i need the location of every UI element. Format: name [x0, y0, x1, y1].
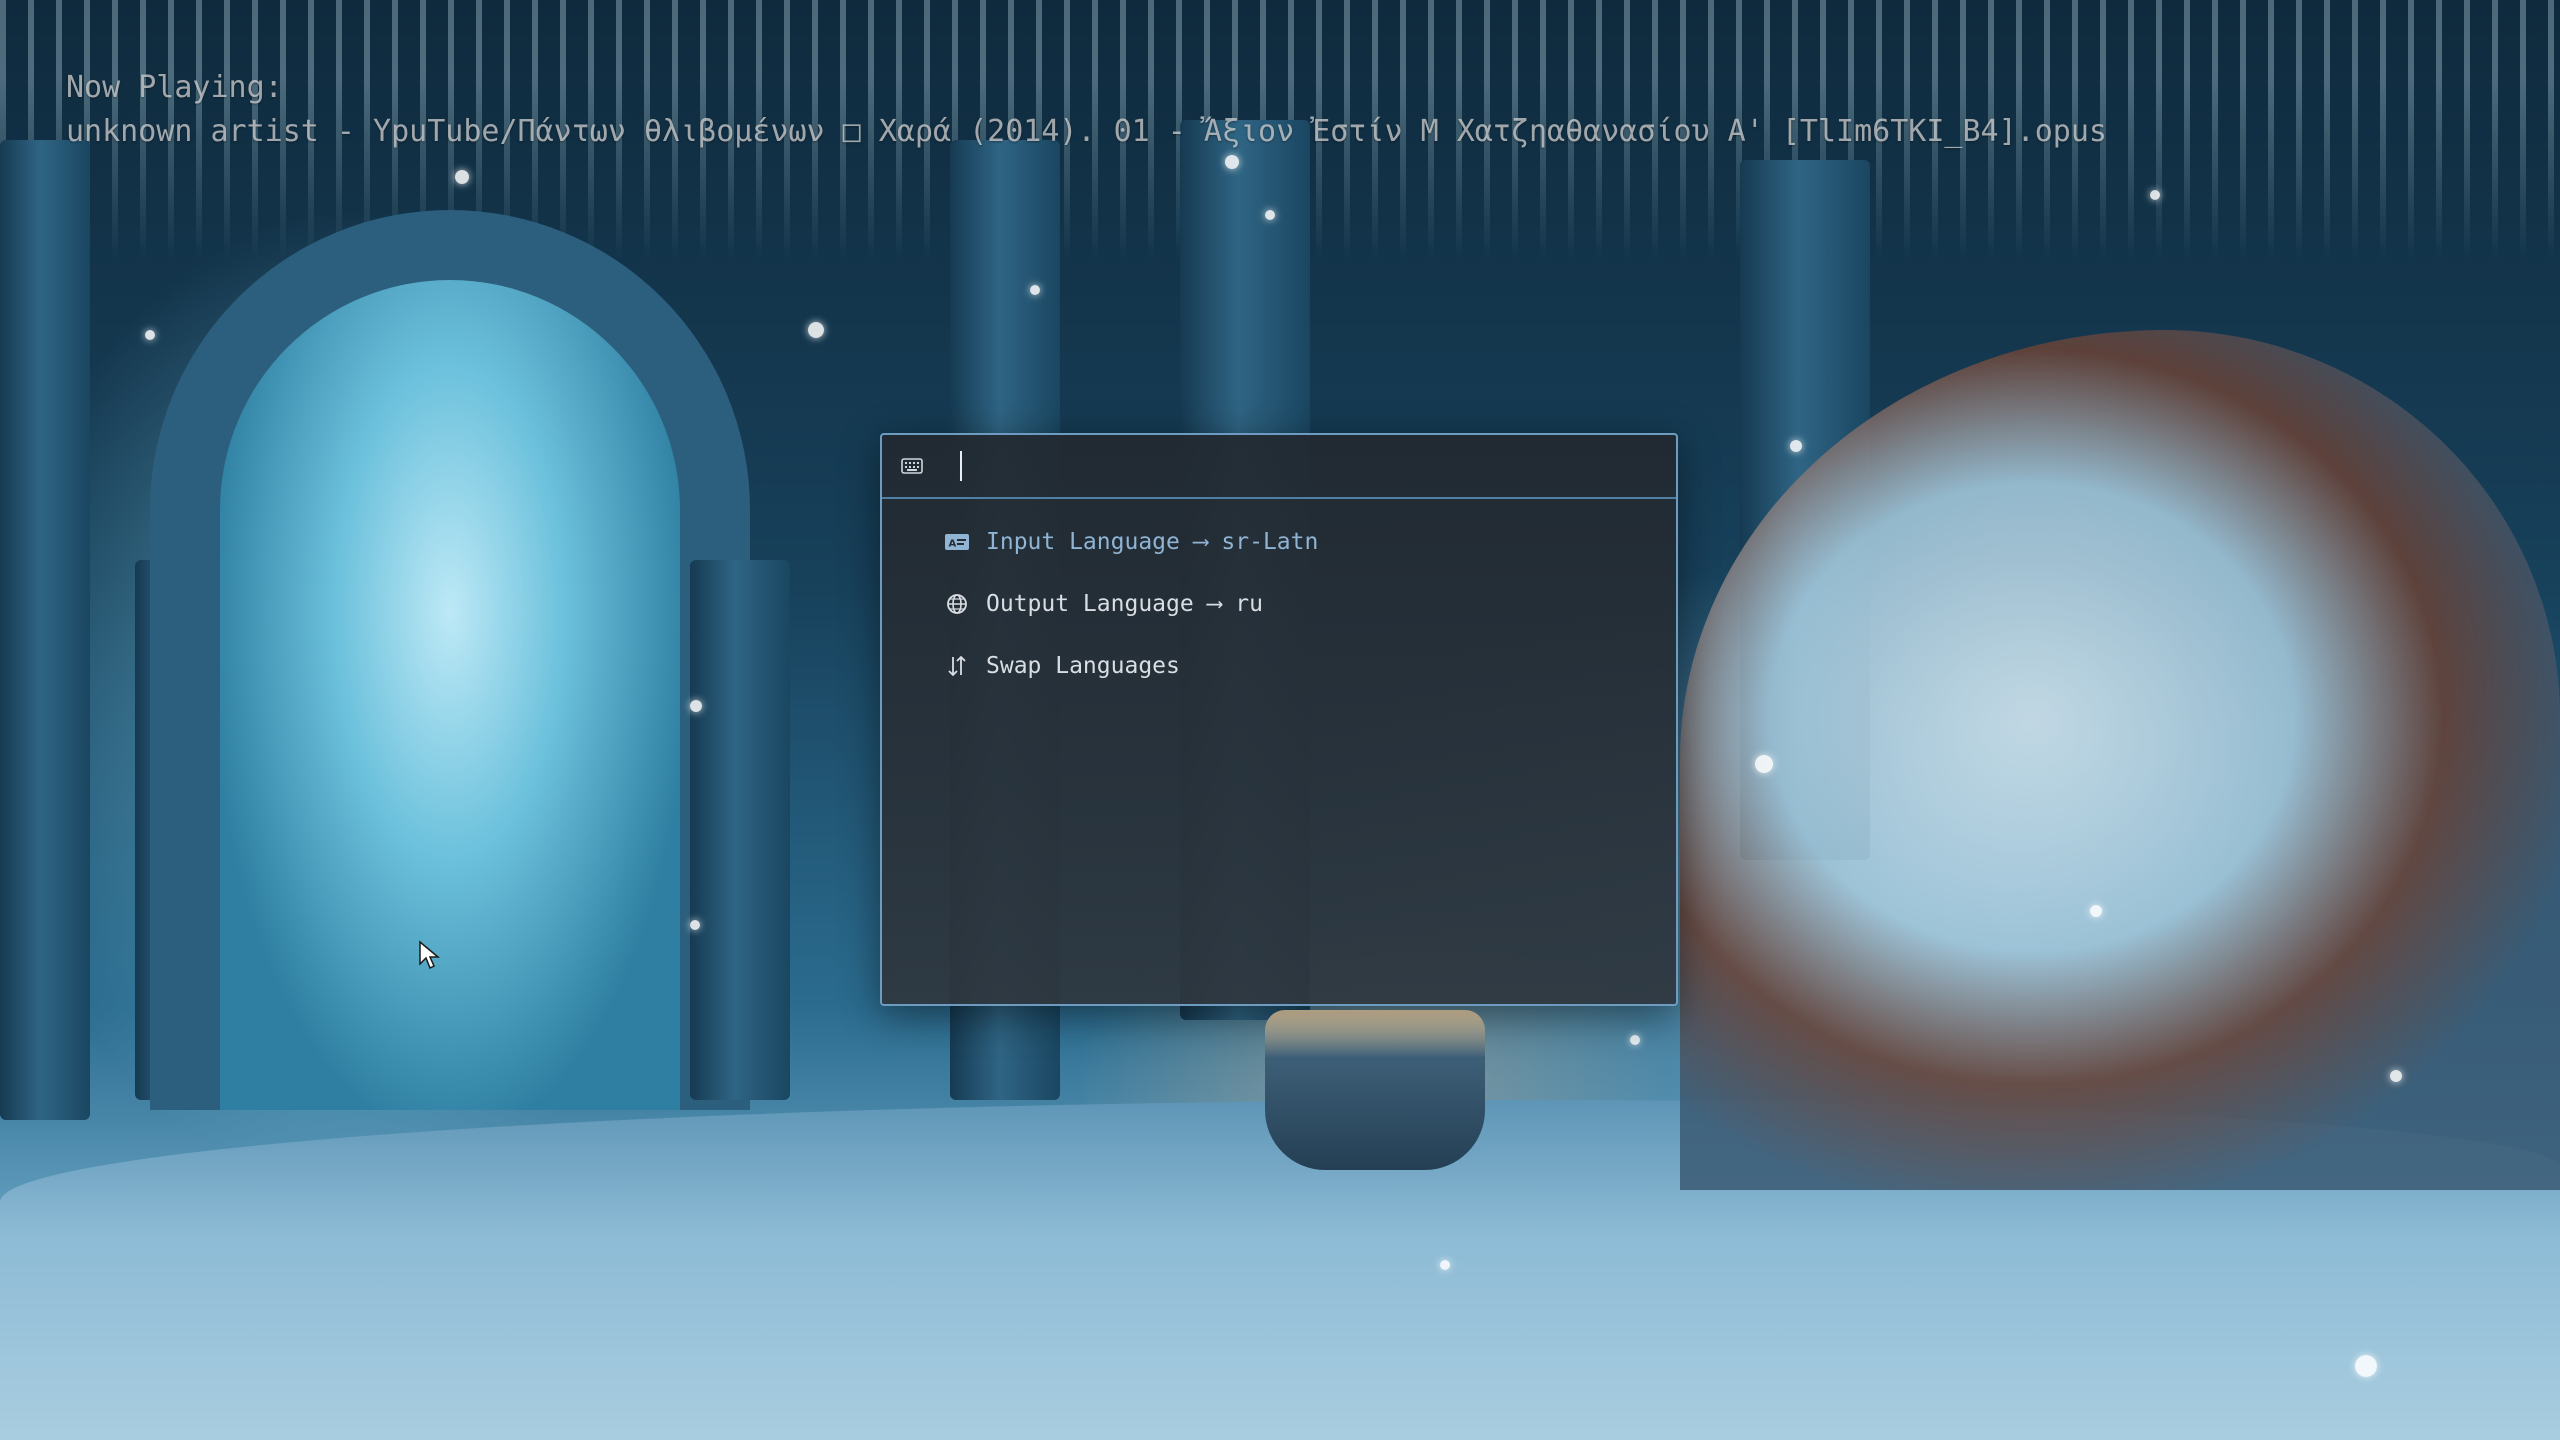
result-output-language[interactable]: Output Language ⟶ ru [882, 573, 1676, 635]
mouse-pointer-icon [419, 940, 441, 970]
snowflake [1265, 210, 1275, 220]
snowflake [1225, 155, 1239, 169]
result-label: Swap Languages [986, 653, 1180, 679]
swap-vertical-icon [944, 653, 970, 679]
snowflake [1630, 1035, 1640, 1045]
svg-text:A: A [949, 539, 957, 550]
snowflake [808, 322, 824, 338]
snowflake [2150, 190, 2160, 200]
launcher-search-bar[interactable] [882, 435, 1676, 499]
snowflake [690, 700, 702, 712]
now-playing-label: Now Playing: [66, 70, 283, 105]
snowflake [455, 170, 469, 184]
snowflake [2390, 1070, 2402, 1082]
result-input-language[interactable]: A Input Language ⟶ sr-Latn [882, 511, 1676, 573]
launcher-search-input[interactable] [966, 445, 1676, 487]
snowflake [1030, 285, 1040, 295]
snowflake [145, 330, 155, 340]
language-card-icon: A [944, 529, 970, 555]
launcher-window: A Input Language ⟶ sr-Latn Output Langua… [880, 433, 1678, 1006]
snowflake [1440, 1260, 1450, 1270]
snowflake [690, 920, 700, 930]
now-playing-widget: Now Playing: unknown artist - YpuTube/Πά… [66, 66, 2107, 154]
launcher-results-list: A Input Language ⟶ sr-Latn Output Langua… [882, 499, 1676, 697]
result-label: Output Language ⟶ ru [986, 591, 1263, 617]
result-label: Input Language ⟶ sr-Latn [986, 529, 1319, 555]
now-playing-track: unknown artist - YpuTube/Πάντων θλιβομέν… [66, 114, 2107, 149]
keyboard-icon [900, 457, 924, 475]
pillar-left [0, 140, 90, 1120]
snowflake [1755, 755, 1773, 773]
snowflake [2090, 905, 2102, 917]
snowflake [2355, 1355, 2377, 1377]
pillar-arch-right [690, 560, 790, 1100]
result-swap-languages[interactable]: Swap Languages [882, 635, 1676, 697]
snowflake [1790, 440, 1802, 452]
globe-icon [944, 591, 970, 617]
text-caret [960, 451, 962, 481]
glowing-pot [1265, 1010, 1485, 1170]
desktop-wallpaper: Now Playing: unknown artist - YpuTube/Πά… [0, 0, 2560, 1440]
ice-archway [150, 210, 750, 1110]
